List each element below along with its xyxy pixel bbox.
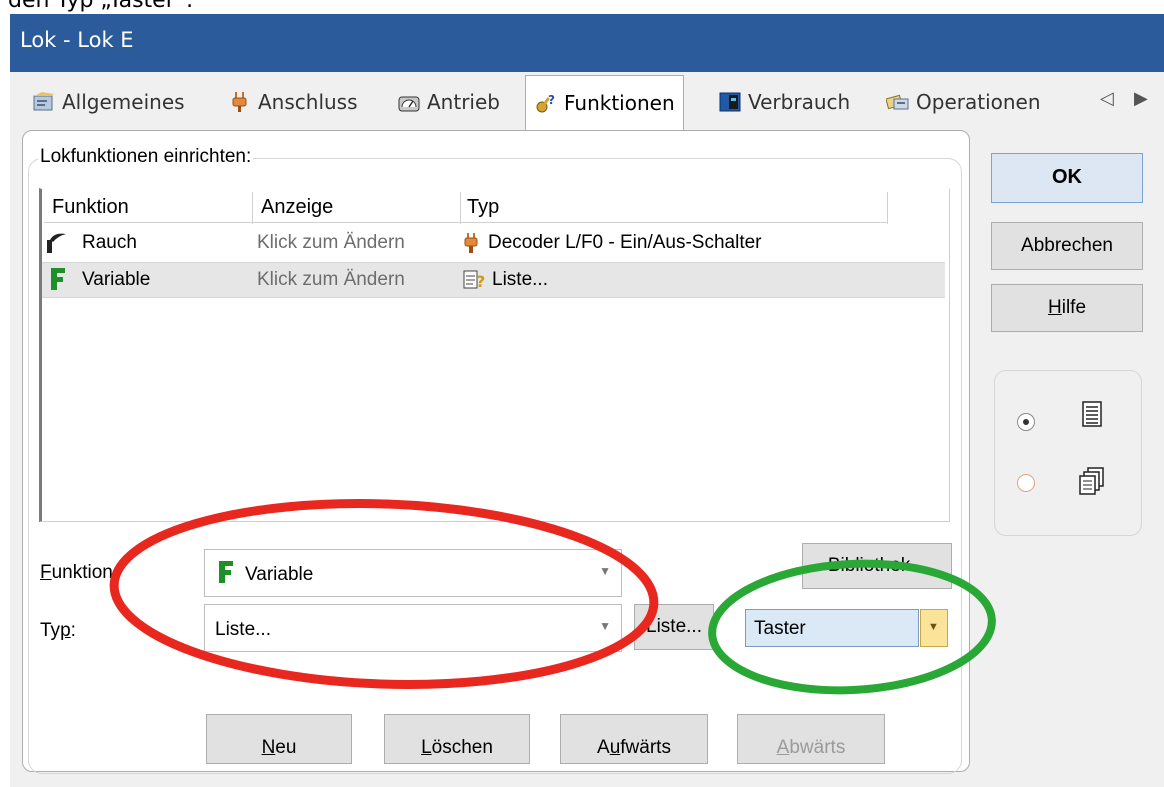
- green-annotation-ellipse: [708, 559, 996, 695]
- red-annotation-ellipse: [109, 499, 659, 689]
- annotation-overlay: [109, 499, 996, 695]
